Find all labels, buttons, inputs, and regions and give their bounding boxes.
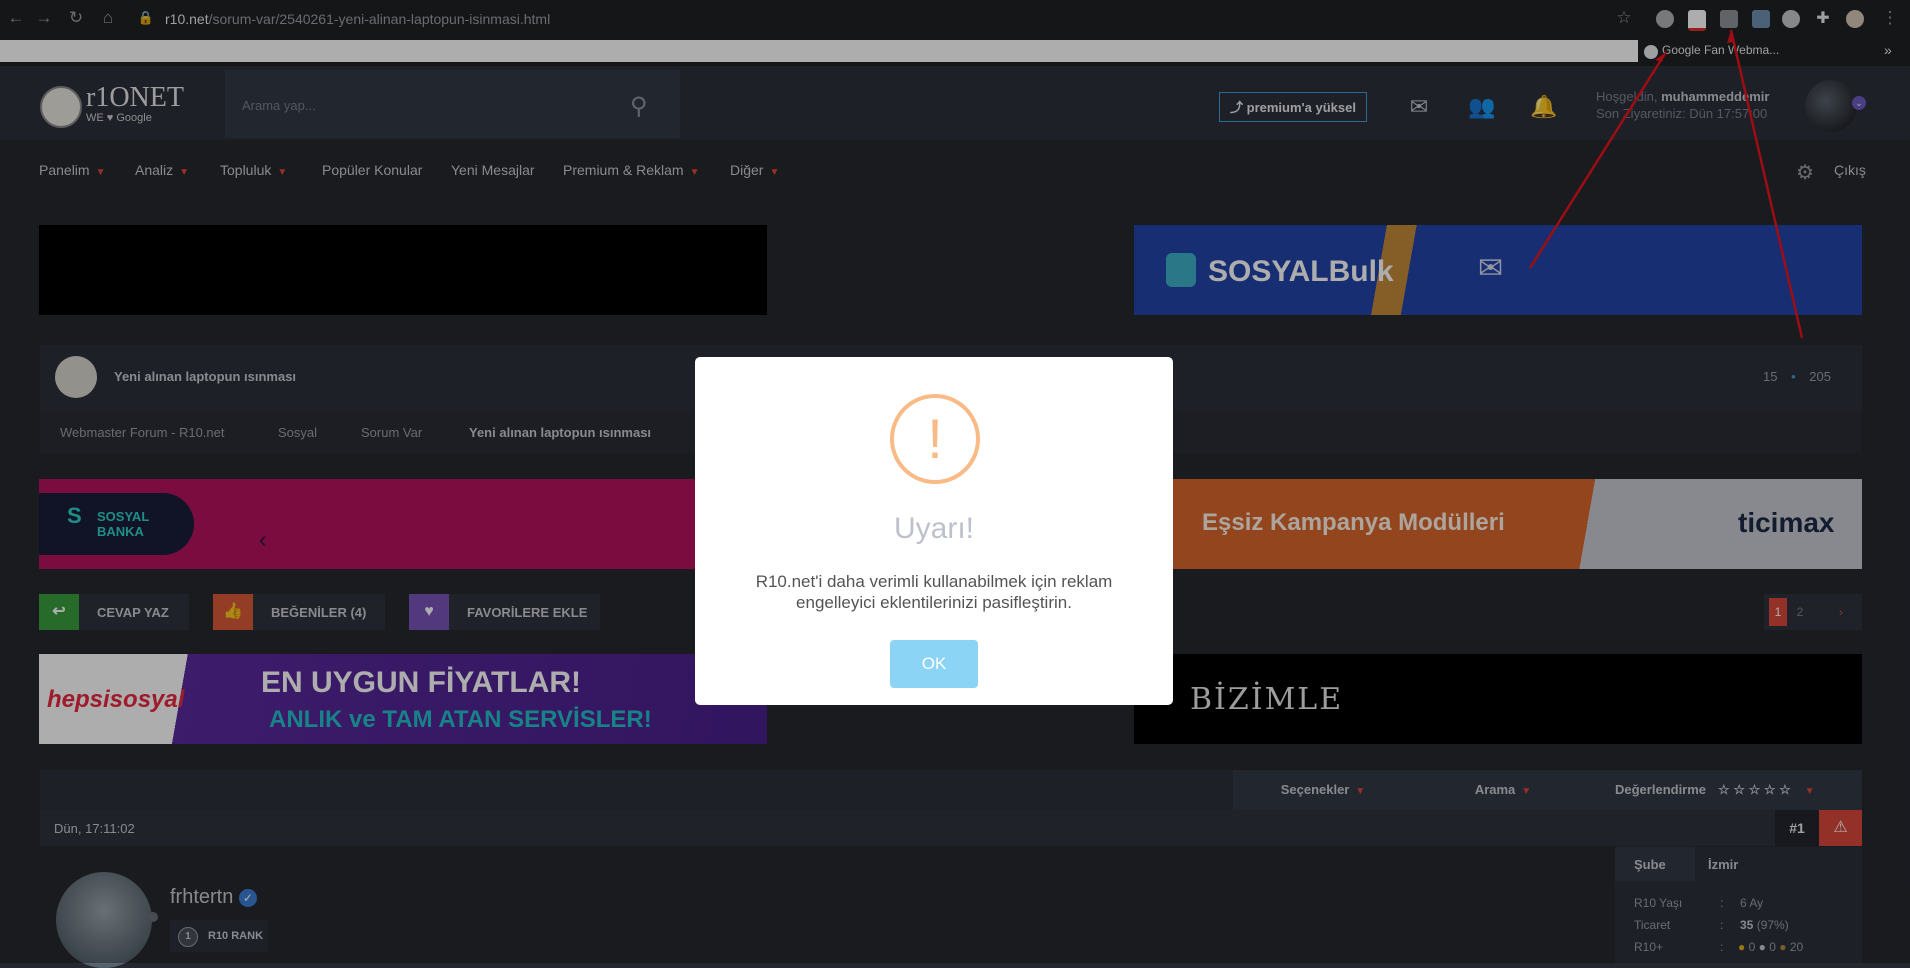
modal-title: Uyarı! — [893, 512, 974, 545]
modal-message: R10.net'i daha verimli kullanabilmek içi… — [755, 572, 1113, 612]
modal-ok-button[interactable]: OK — [890, 640, 978, 688]
warning-exclamation-icon: ! — [890, 394, 980, 484]
